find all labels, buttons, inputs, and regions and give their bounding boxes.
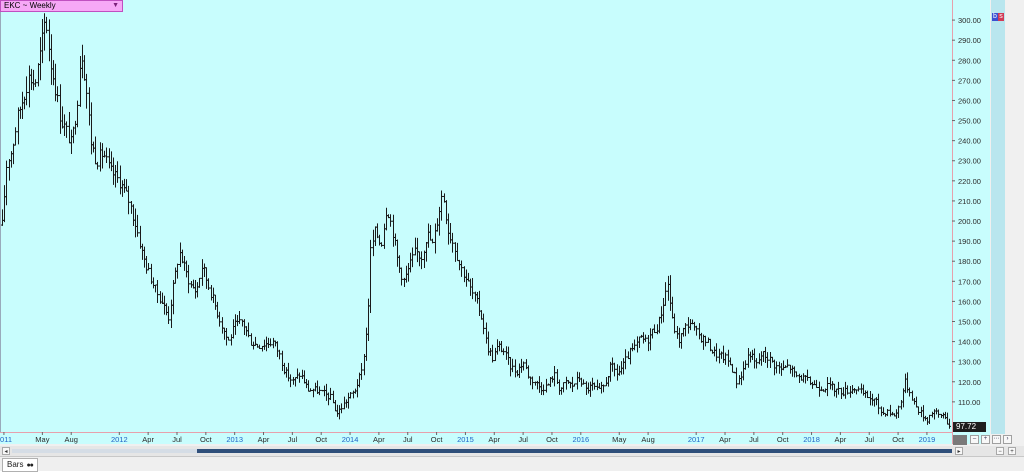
last-price-tag: 97.72: [953, 422, 986, 432]
y-tick-label: 140.00: [958, 338, 981, 347]
y-tick-label: 110.00: [958, 398, 980, 407]
x-tick-year-label: 2012: [111, 435, 128, 444]
horizontal-scrollbar[interactable]: [12, 449, 952, 453]
x-tick-label: Oct: [892, 435, 905, 444]
x-tick-year-label: 2011: [0, 435, 12, 444]
x-tick-label: Jul: [749, 435, 759, 444]
scroll-end-button[interactable]: ›: [1003, 435, 1012, 444]
x-tick-label: May: [612, 435, 626, 444]
chevron-down-icon[interactable]: ▼: [112, 1, 119, 11]
y-tick-label: 270.00: [958, 76, 981, 85]
x-tick-label: Aug: [65, 435, 78, 444]
y-tick-label: 240.00: [958, 137, 981, 146]
scrollbar-thumb[interactable]: [197, 449, 952, 453]
zoom-in-button[interactable]: +: [981, 435, 990, 444]
y-tick-label: 230.00: [958, 157, 981, 166]
y-tick-label: 190.00: [958, 237, 981, 246]
symbol-label: EKC ~ Weekly: [4, 1, 56, 10]
price-chart[interactable]: 300.00 290.00 280.00 270.00 260.00 250.00 240.…: [0, 0, 1024, 446]
x-tick-label: Apr: [142, 435, 154, 444]
x-tick-year-label: 2016: [572, 435, 589, 444]
x-tick-year-label: 2019: [919, 435, 936, 444]
x-tick-label: May: [35, 435, 49, 444]
x-tick-label: Apr: [719, 435, 731, 444]
y-tick-label: 200.00: [958, 217, 981, 226]
x-tick-year-label: 2013: [226, 435, 243, 444]
bs-badge[interactable]: bs: [992, 5, 1004, 21]
x-tick-label: Jul: [172, 435, 182, 444]
y-tick-label: 210.00: [958, 197, 981, 206]
x-tick-label: Oct: [431, 435, 444, 444]
corner-square[interactable]: [953, 435, 967, 445]
x-tick-label: Jul: [864, 435, 874, 444]
y-tick-label: 120.00: [958, 378, 981, 387]
chart-window: 300.00 290.00 280.00 270.00 260.00 250.00 240.…: [0, 0, 1024, 472]
x-tick-label: Jul: [518, 435, 528, 444]
x-tick-year-label: 2018: [803, 435, 820, 444]
y-tick-label: 170.00: [958, 277, 981, 286]
x-tick-year-label: 2017: [688, 435, 705, 444]
y-tick-label: 250.00: [958, 117, 981, 126]
x-tick-label: Apr: [373, 435, 385, 444]
y-tick-label: 160.00: [958, 297, 981, 306]
scroll-left-button[interactable]: ◂: [2, 447, 10, 455]
x-tick-label: Apr: [258, 435, 270, 444]
x-tick-label: Oct: [546, 435, 559, 444]
plot-area[interactable]: [0, 0, 952, 432]
x-tick-label: Oct: [200, 435, 213, 444]
y-tick-label: 220.00: [958, 177, 981, 186]
x-tick-label: Oct: [315, 435, 328, 444]
x-tick-year-label: 2015: [457, 435, 474, 444]
more-options-button[interactable]: ⋯: [992, 435, 1001, 444]
tab-bars[interactable]: Bars ●●: [2, 458, 38, 472]
s-badge-icon: s: [998, 13, 1004, 21]
y-tick-label: 180.00: [958, 257, 981, 266]
y-tick-label: 290.00: [958, 36, 981, 45]
y-tick-label: 280.00: [958, 56, 981, 65]
glasses-icon: ●●: [26, 462, 34, 469]
scroll-right-button[interactable]: ▸: [955, 447, 963, 455]
x-tick-label: Aug: [641, 435, 654, 444]
x-tick-label: Apr: [488, 435, 500, 444]
tab-bars-label: Bars: [7, 460, 24, 469]
y-tick-label: 300.00: [958, 16, 981, 25]
y-tick-label: 260.00: [958, 96, 981, 105]
y-tick-label: 130.00: [958, 358, 981, 367]
x-tick-label: Oct: [777, 435, 790, 444]
x-tick-label: Jul: [288, 435, 298, 444]
x-tick-label: Jul: [403, 435, 413, 444]
symbol-selector[interactable]: EKC ~ Weekly ▼: [0, 0, 123, 12]
x-tick-label: Apr: [835, 435, 847, 444]
zoom-minus-button[interactable]: −: [996, 447, 1004, 455]
right-side-strip: [991, 0, 1005, 434]
x-tick-year-label: 2014: [342, 435, 359, 444]
bottom-tab-bar: Bars ●●: [0, 456, 1024, 472]
zoom-out-button[interactable]: –: [970, 435, 979, 444]
zoom-plus-button[interactable]: +: [1008, 447, 1016, 455]
y-tick-label: 150.00: [958, 317, 981, 326]
